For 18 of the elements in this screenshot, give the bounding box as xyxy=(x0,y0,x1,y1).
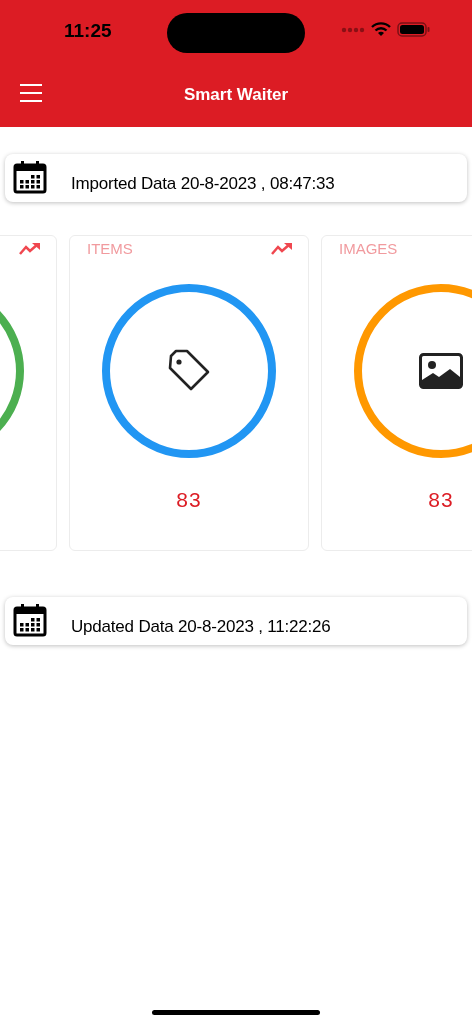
battery-icon xyxy=(397,22,430,37)
app-title: Smart Waiter xyxy=(183,84,289,105)
signal-icon xyxy=(341,26,365,33)
card-value: 83 xyxy=(176,488,202,512)
calendar-icon xyxy=(13,603,47,637)
card-title: ITEMS xyxy=(87,240,133,257)
imported-data-text: Imported Data 20-8-2023 , 08:47:33 xyxy=(71,174,335,194)
updated-data-text: Updated Data 20-8-2023 , 11:22:26 xyxy=(71,617,331,637)
stat-card[interactable]: IMAGES 83 xyxy=(321,235,472,551)
status-time: 11:25 xyxy=(64,20,113,42)
wifi-icon xyxy=(371,22,391,37)
calendar-icon xyxy=(13,160,47,194)
image-icon xyxy=(419,353,463,389)
stat-card[interactable]: ITEMS 83 xyxy=(69,235,309,551)
card-title: IMAGES xyxy=(339,240,398,257)
card-value: 83 xyxy=(428,488,454,512)
menu-button[interactable] xyxy=(20,84,42,102)
tag-icon xyxy=(167,349,211,393)
